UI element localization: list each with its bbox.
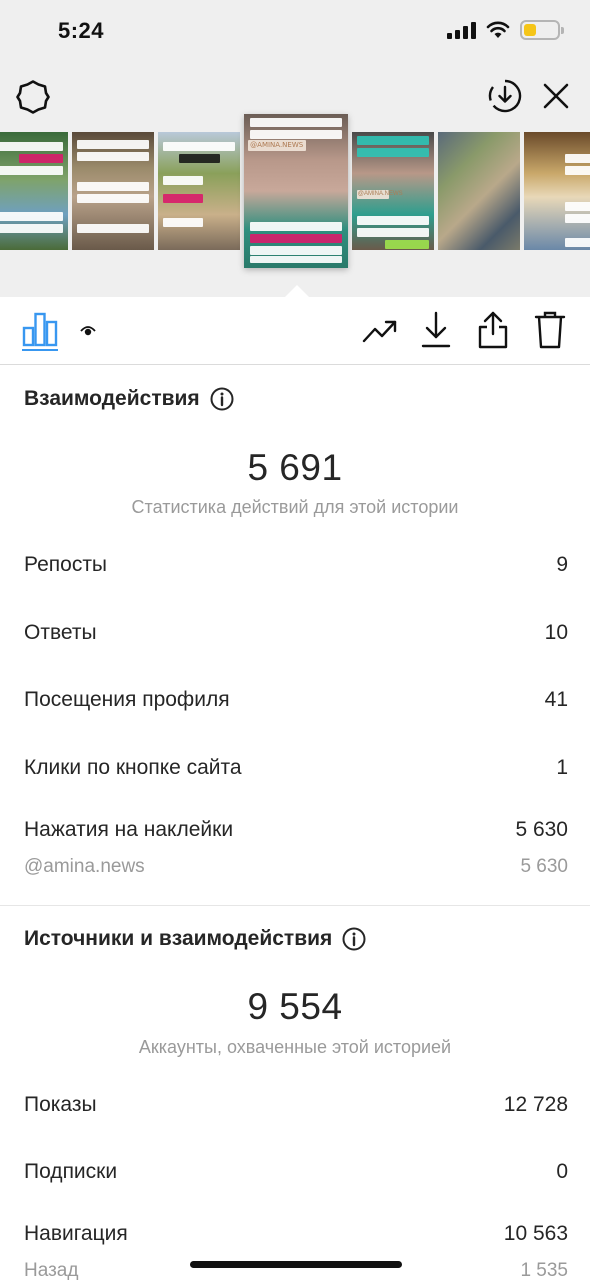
- story-thumb-2[interactable]: [72, 132, 154, 250]
- stat-value: 10 563: [503, 1222, 568, 1245]
- story-thumb-3[interactable]: [158, 132, 240, 250]
- battery-icon: [520, 20, 564, 40]
- stat-label: Подписки: [24, 1160, 118, 1183]
- stat-value: 12 728: [503, 1093, 568, 1116]
- stat-subrow: @amina.news 5 630: [24, 856, 568, 878]
- story-watermark: @AMINA.NEWS: [356, 190, 403, 199]
- status-icons: [447, 20, 564, 40]
- story-watermark: @AMINA.NEWS: [248, 140, 307, 151]
- stat-label: Показы: [24, 1093, 97, 1116]
- stat-sub-label[interactable]: @amina.news: [24, 856, 145, 878]
- discovery-caption: Аккаунты, охваченные этой историей: [138, 1037, 452, 1057]
- interactions-caption: Статистика действий для этой истории: [131, 497, 459, 517]
- stat-sub-value: 5 630: [520, 856, 568, 877]
- gear-icon[interactable]: [16, 80, 50, 114]
- interactions-header: Взаимодействия: [24, 387, 234, 411]
- stat-label: Клики по кнопке сайта: [24, 756, 242, 779]
- story-thumb-current[interactable]: @AMINA.NEWS: [244, 114, 348, 268]
- stat-value: 10: [544, 621, 568, 644]
- discovery-title: Источники и взаимодействия: [24, 927, 333, 950]
- info-icon[interactable]: [342, 927, 366, 951]
- active-tab-indicator: [22, 349, 58, 351]
- story-thumb-5[interactable]: @AMINA.NEWS: [352, 132, 434, 250]
- stat-sub-value: 1 535: [520, 1260, 568, 1280]
- share-icon[interactable]: [477, 310, 509, 350]
- stat-row: Навигация 10 563: [24, 1222, 568, 1246]
- status-bar: 5:24: [0, 0, 590, 66]
- trash-icon[interactable]: [534, 311, 566, 349]
- eye-icon[interactable]: [80, 325, 96, 337]
- stat-sub-label: Назад: [24, 1260, 79, 1280]
- story-thumb-6[interactable]: [438, 132, 520, 250]
- bar-chart-icon[interactable]: [22, 311, 58, 347]
- stat-value: 5 630: [515, 818, 568, 841]
- stat-label: Репосты: [24, 553, 108, 576]
- stat-row: Нажатия на наклейки 5 630: [24, 818, 568, 842]
- trend-icon[interactable]: [362, 317, 398, 345]
- current-story-pointer: [284, 285, 310, 298]
- close-icon[interactable]: [541, 81, 571, 111]
- stat-row: Ответы 10: [24, 621, 568, 645]
- stat-row: Посещения профиля 41: [24, 688, 568, 712]
- interactions-title: Взаимодействия: [24, 387, 200, 410]
- stat-row: Подписки 0: [24, 1160, 568, 1184]
- stat-label: Навигация: [24, 1222, 128, 1245]
- stat-row: Репосты 9: [24, 553, 568, 577]
- story-thumb-7[interactable]: [524, 132, 590, 250]
- section-divider: [0, 905, 590, 906]
- stat-row: Показы 12 728: [24, 1093, 568, 1117]
- download-circle-icon[interactable]: [487, 78, 523, 114]
- stat-row: Клики по кнопке сайта 1: [24, 756, 568, 780]
- stat-value: 1: [556, 756, 568, 779]
- insights-toolbar: [0, 297, 590, 365]
- story-thumb-1[interactable]: [0, 132, 68, 250]
- stat-label: Посещения профиля: [24, 688, 230, 711]
- info-icon[interactable]: [210, 387, 234, 411]
- signal-icon: [447, 21, 476, 39]
- wifi-icon: [486, 21, 510, 38]
- interactions-total: 5 691: [247, 447, 343, 488]
- story-thumbnail-strip: @AMINA.NEWS @AMINA.NEWS: [0, 114, 590, 295]
- stat-value: 0: [556, 1160, 568, 1183]
- discovery-header: Источники и взаимодействия: [24, 927, 366, 951]
- battery-fill: [524, 24, 537, 36]
- discovery-total: 9 554: [247, 986, 343, 1027]
- stat-value: 41: [544, 688, 568, 711]
- stat-label: Нажатия на наклейки: [24, 818, 234, 841]
- story-preview-area: 5:24 @AMINA.NEWS @AMINA.NEWS: [0, 0, 590, 298]
- stat-value: 9: [556, 553, 568, 576]
- home-indicator[interactable]: [190, 1261, 402, 1268]
- status-time: 5:24: [58, 18, 105, 43]
- stat-label: Ответы: [24, 621, 97, 644]
- download-icon[interactable]: [421, 311, 451, 349]
